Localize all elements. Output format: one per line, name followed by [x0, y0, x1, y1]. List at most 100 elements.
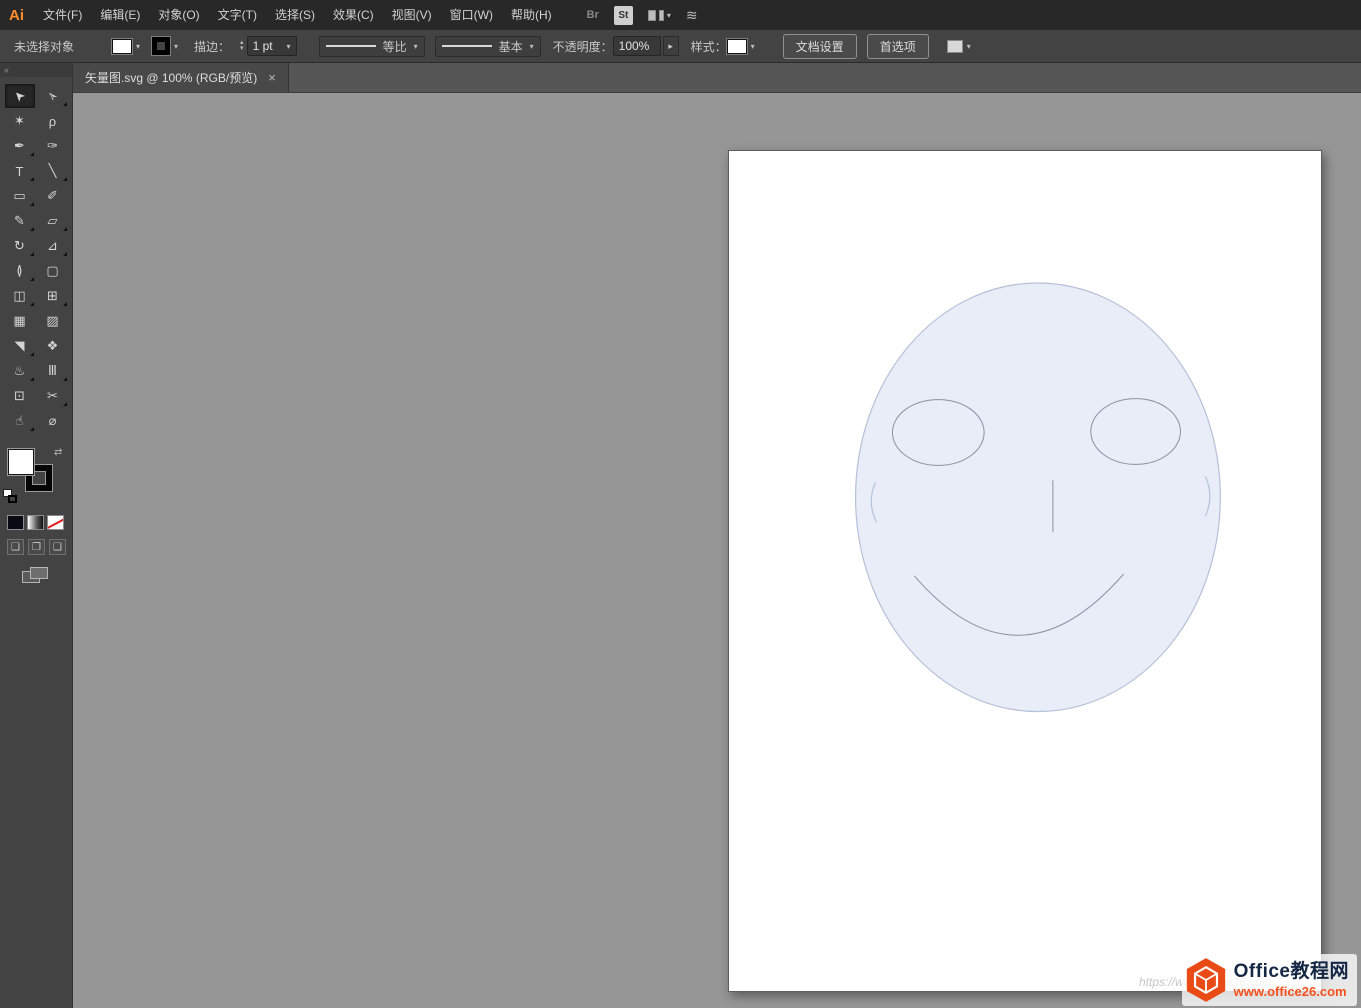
hand-tool[interactable]: ☝	[5, 409, 35, 433]
stock-button[interactable]: St	[613, 5, 633, 25]
paintbrush-tool[interactable]: ✐	[38, 184, 68, 208]
brush-definition-dropdown[interactable]: 基本 ▾	[434, 35, 541, 57]
slice-tool[interactable]: ✂	[38, 384, 68, 408]
stroke-weight-input[interactable]: 1 pt ▾	[246, 36, 297, 56]
brush-preview	[441, 45, 492, 47]
draw-inside-button[interactable]: ❑	[49, 539, 66, 555]
opacity-options-button[interactable]: ▸	[662, 36, 679, 56]
eraser-tool[interactable]: ▱	[38, 209, 68, 233]
fill-proxy-swatch[interactable]	[8, 449, 34, 475]
menu-file[interactable]: 文件(F)	[34, 0, 91, 30]
close-tab-icon[interactable]: ×	[268, 70, 276, 85]
symbol-sprayer-tool[interactable]: ♨	[5, 359, 35, 383]
menu-edit[interactable]: 编辑(E)	[91, 0, 149, 30]
chevron-down-icon: ▾	[750, 41, 755, 51]
default-fill-stroke-icon[interactable]	[3, 489, 19, 504]
line-segment-tool-icon: ╲	[48, 163, 57, 178]
arrange-documents-icon	[658, 9, 664, 21]
opacity-input[interactable]: 100%	[612, 36, 661, 56]
gradient-button[interactable]	[27, 515, 44, 530]
shape-builder-tool-icon: ◫	[13, 288, 26, 303]
brush-definition-value: 基本	[498, 39, 523, 54]
menu-view[interactable]: 视图(V)	[383, 0, 441, 30]
document-setup-button[interactable]: 文档设置	[782, 33, 857, 59]
gradient-tool[interactable]: ▨	[38, 309, 68, 333]
rectangle-tool[interactable]: ▭	[5, 184, 35, 208]
drawing-mode-buttons: ❏ ❐ ❑	[7, 539, 72, 555]
bridge-button[interactable]: Br	[587, 9, 599, 21]
none-button[interactable]	[47, 515, 64, 530]
share-icon[interactable]: ≋	[686, 7, 698, 24]
menu-object[interactable]: 对象(O)	[149, 0, 208, 30]
width-tool[interactable]: ≬	[5, 259, 35, 283]
stroke-weight-value: 1 pt	[252, 39, 273, 53]
direct-selection-tool[interactable]: ➢	[38, 84, 68, 108]
stroke-weight-stepper[interactable]: ▴ ▾	[240, 39, 244, 52]
watermark-text: Office教程网 www.office26.com	[1234, 961, 1349, 999]
tool-flyout-indicator	[29, 352, 34, 356]
menu-help[interactable]: 帮助(H)	[502, 0, 561, 30]
menu-type[interactable]: 文字(T)	[209, 0, 266, 30]
lasso-tool[interactable]: ρ	[38, 109, 68, 133]
panel-menu-dropdown[interactable]: ▾	[946, 39, 971, 53]
chevron-right-icon: ▸	[668, 40, 673, 51]
chevron-down-icon: ▾	[136, 41, 141, 51]
selection-tool-icon: ➤	[9, 87, 29, 106]
column-graph-tool[interactable]: Ⅲ	[38, 359, 68, 383]
pencil-tool[interactable]: ✎	[5, 209, 35, 233]
screen-mode-button[interactable]	[22, 567, 50, 583]
stroke-color-dropdown[interactable]: ▾	[152, 37, 178, 55]
tool-flyout-indicator	[29, 252, 34, 256]
panel-collapse-icon[interactable]: «	[0, 63, 72, 77]
magic-wand-tool[interactable]: ✶	[5, 109, 35, 133]
fill-color-dropdown[interactable]: ▾	[112, 38, 141, 54]
face-head[interactable]	[854, 282, 1221, 713]
type-tool[interactable]: T	[5, 159, 35, 183]
menu-window[interactable]: 窗口(W)	[441, 0, 502, 30]
style-dropdown[interactable]: ▾	[726, 38, 755, 54]
draw-normal-button[interactable]: ❏	[7, 539, 24, 555]
tool-flyout-indicator	[29, 202, 34, 206]
scale-tool[interactable]: ⊿	[38, 234, 68, 258]
preferences-button[interactable]: 首选项	[866, 33, 929, 59]
mesh-tool-icon: ▦	[13, 313, 26, 328]
swap-fill-stroke-icon[interactable]: ⇄	[54, 447, 62, 458]
draw-behind-button[interactable]: ❐	[28, 539, 45, 555]
shape-builder-tool[interactable]: ◫	[5, 284, 35, 308]
free-transform-tool[interactable]: ▢	[38, 259, 68, 283]
selection-tool[interactable]: ➤	[4, 84, 35, 108]
curvature-tool[interactable]: ✑	[38, 134, 68, 158]
document-tab[interactable]: 矢量图.svg @ 100% (RGB/预览) ×	[73, 63, 289, 92]
zoom-tool[interactable]: ⌀	[38, 409, 68, 433]
mesh-tool[interactable]: ▦	[5, 309, 35, 333]
eyedropper-tool[interactable]: ◥	[5, 334, 35, 358]
perspective-grid-tool[interactable]: ⊞	[38, 284, 68, 308]
column-graph-tool-icon: Ⅲ	[48, 363, 57, 378]
line-segment-tool[interactable]: ╲	[38, 159, 68, 183]
menu-select[interactable]: 选择(S)	[266, 0, 324, 30]
stroke-profile-dropdown[interactable]: 等比 ▾	[318, 35, 425, 57]
chevron-down-icon: ▾	[666, 10, 671, 20]
canvas-area[interactable]: https://www.office26.com	[73, 93, 1361, 1008]
menu-effect[interactable]: 效果(C)	[324, 0, 383, 30]
rotate-tool[interactable]: ↻	[5, 234, 35, 258]
opacity-label: 不透明度：	[552, 39, 613, 54]
document-title: 矢量图.svg @ 100% (RGB/预览)	[85, 71, 258, 85]
pencil-tool-icon: ✎	[14, 213, 25, 228]
artboard[interactable]: https://www.office26.com	[728, 150, 1322, 992]
zoom-tool-icon: ⌀	[48, 413, 57, 428]
pen-tool[interactable]: ✒	[5, 134, 35, 158]
app-logo: Ai	[9, 6, 24, 24]
artboard-tool[interactable]: ⊡	[5, 384, 35, 408]
symbol-sprayer-tool-icon: ♨	[13, 363, 26, 378]
panel-icon	[946, 39, 963, 53]
style-label: 样式：	[690, 39, 727, 54]
chevron-down-icon: ▾	[529, 41, 534, 51]
tool-flyout-indicator	[29, 177, 34, 181]
blend-tool[interactable]: ❖	[38, 334, 68, 358]
color-button[interactable]	[7, 515, 24, 530]
gradient-tool-icon: ▨	[46, 313, 59, 328]
arrange-documents-button[interactable]: ▾	[647, 9, 671, 21]
artboard-tool-icon: ⊡	[14, 388, 25, 403]
arrange-documents-icon	[647, 9, 656, 21]
